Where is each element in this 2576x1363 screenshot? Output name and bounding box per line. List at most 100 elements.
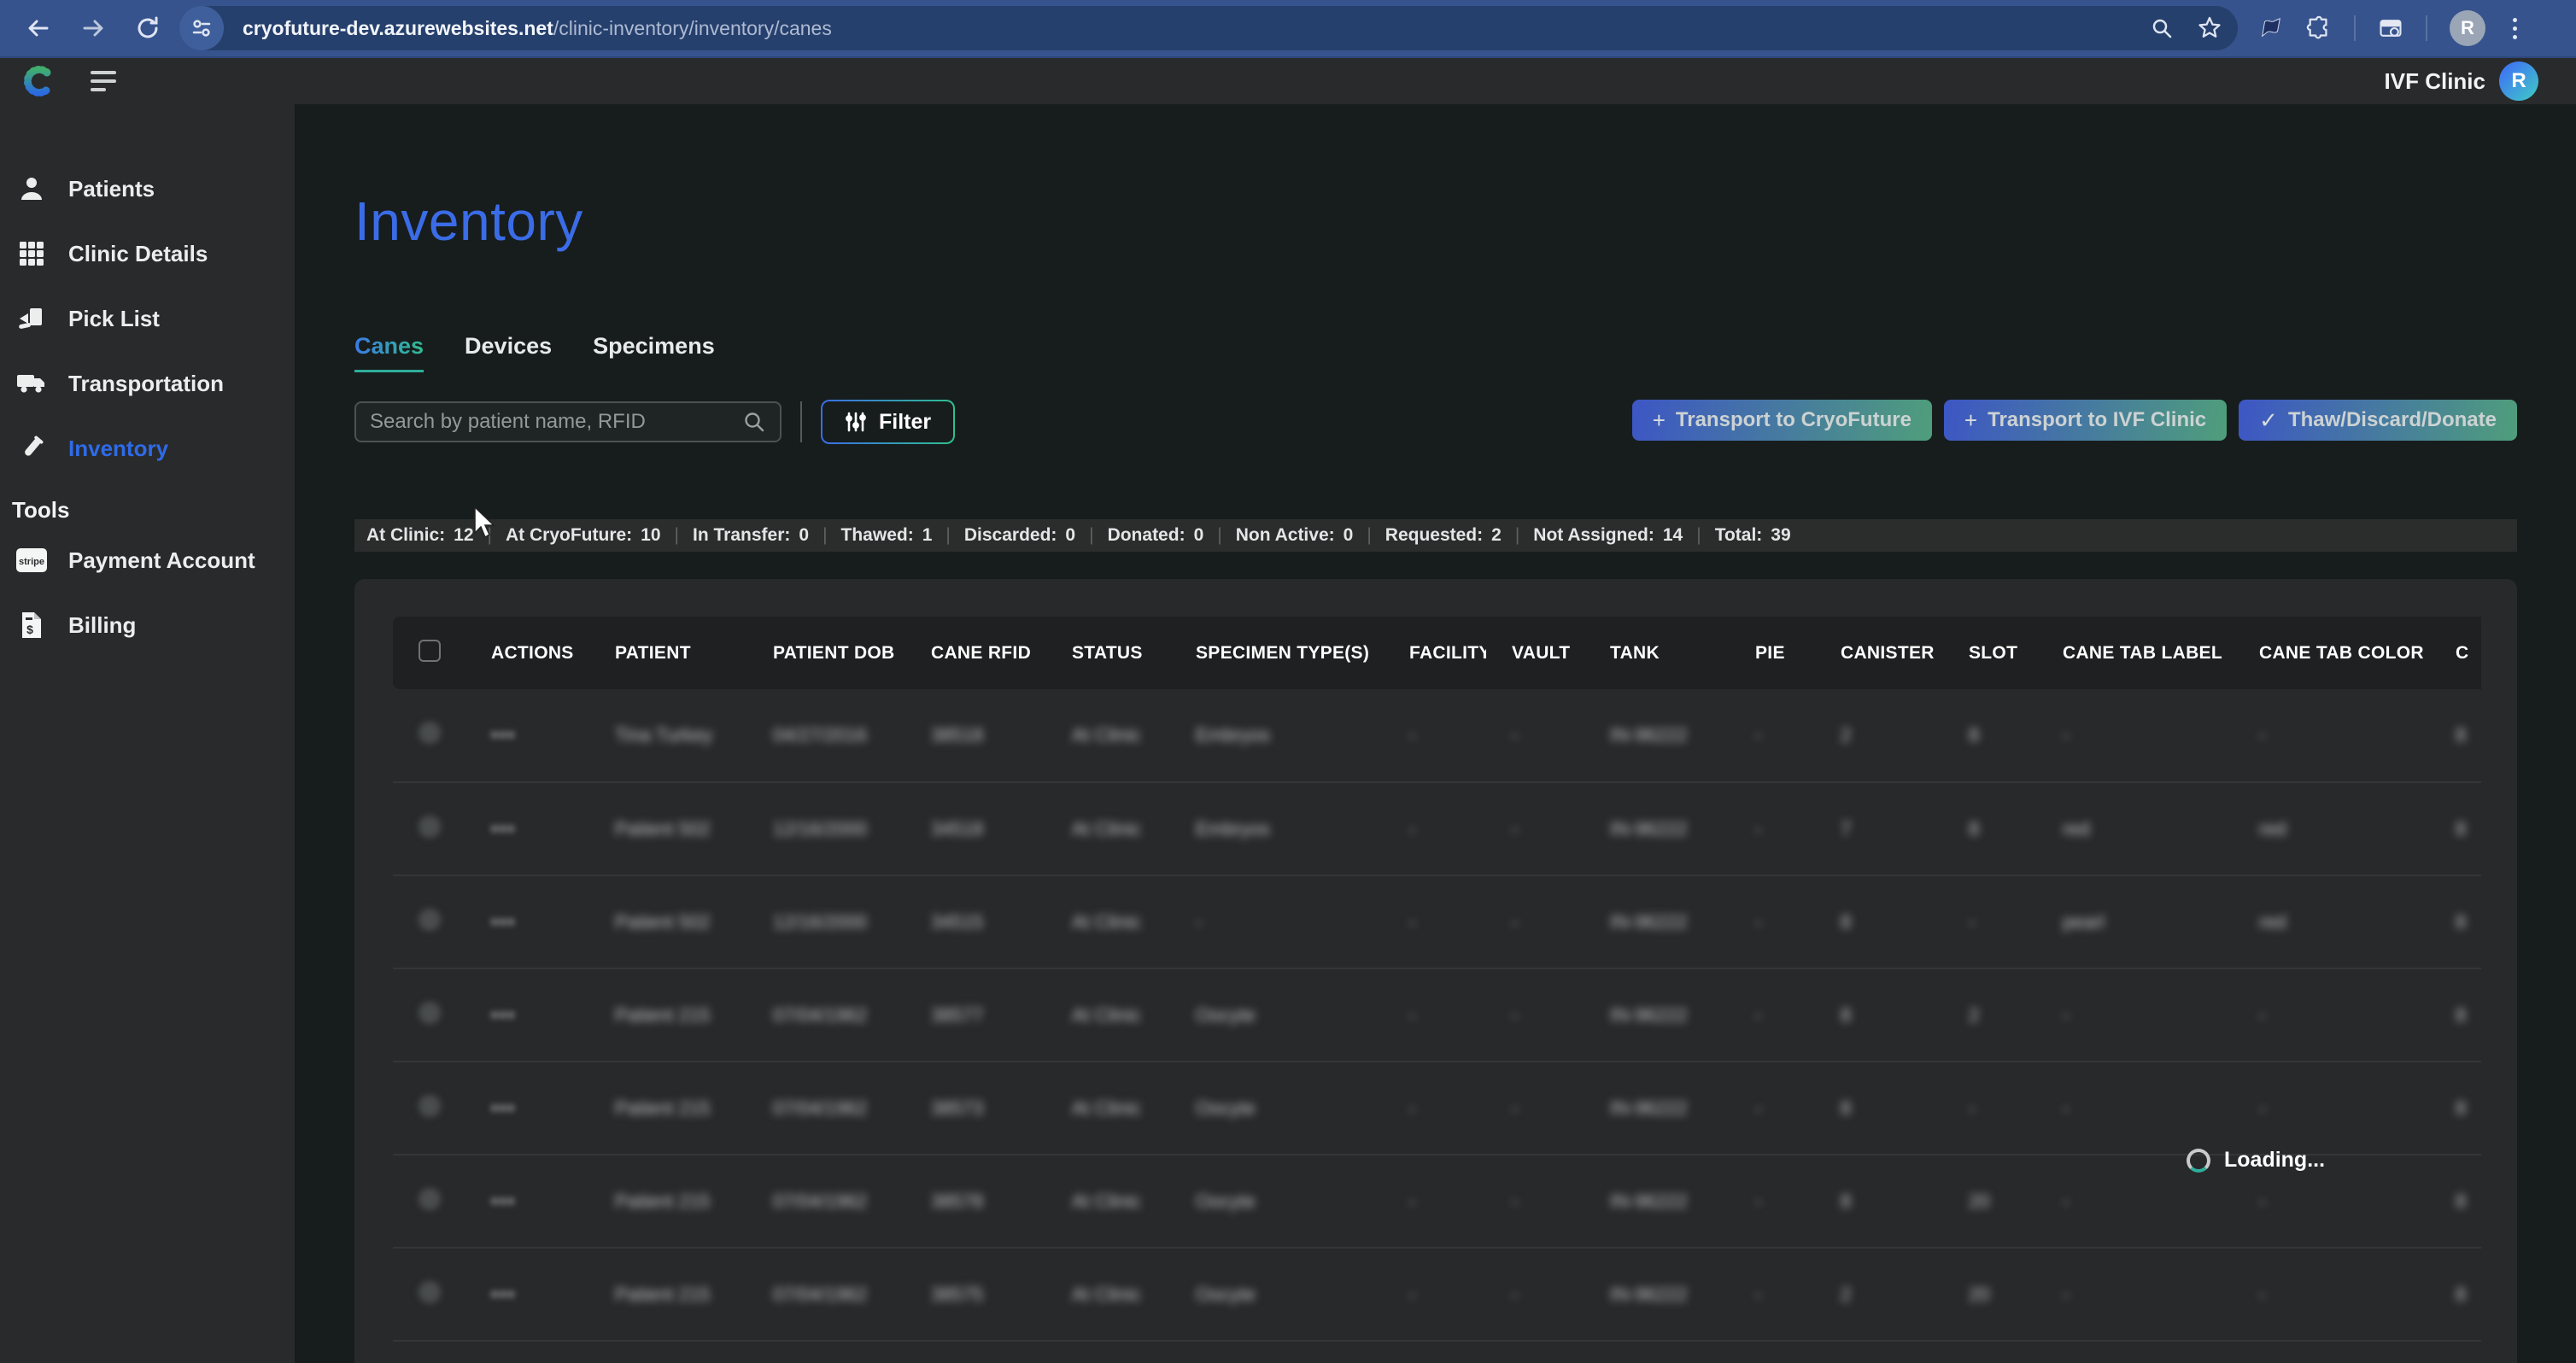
screen-share-icon[interactable] bbox=[2378, 15, 2403, 41]
sidebar-item-transportation[interactable]: Transportation bbox=[0, 359, 295, 408]
browser-back-button[interactable] bbox=[26, 15, 51, 41]
extensions-puzzle-icon[interactable] bbox=[2306, 15, 2332, 41]
row-actions-menu[interactable]: ••• bbox=[491, 911, 516, 933]
cell-value: At Clinic bbox=[1072, 818, 1141, 839]
thaw-discard-donate-button[interactable]: ✓ Thaw/Discard/Donate bbox=[2239, 400, 2517, 441]
stat-item: Not Assigned:14 bbox=[1533, 525, 1683, 546]
row-actions-menu[interactable]: ••• bbox=[491, 1097, 516, 1119]
stat-item: In Transfer:0 bbox=[693, 525, 809, 546]
sidebar-item-pick-list[interactable]: Pick List bbox=[0, 294, 295, 343]
row-checkbox[interactable] bbox=[419, 816, 441, 838]
browser-forward-button[interactable] bbox=[80, 15, 106, 41]
row-checkbox[interactable] bbox=[419, 909, 441, 931]
transportation-icon bbox=[15, 367, 48, 400]
cell-value: IN-96222 bbox=[1610, 724, 1688, 746]
cell-value: At Clinic bbox=[1072, 1097, 1141, 1119]
sidebar-item-clinic-details[interactable]: Clinic Details bbox=[0, 229, 295, 278]
cell-value: 8 bbox=[1841, 1004, 1851, 1026]
column-header: TANK bbox=[1584, 617, 1730, 689]
menu-toggle-icon[interactable] bbox=[91, 71, 116, 91]
row-checkbox[interactable] bbox=[419, 1281, 441, 1303]
search-input[interactable] bbox=[370, 410, 742, 434]
cell-value: - bbox=[2259, 1097, 2265, 1119]
extension-flag-icon[interactable] bbox=[2258, 15, 2284, 41]
column-header: CANISTER bbox=[1815, 617, 1943, 689]
cell-value: - bbox=[1755, 1284, 1761, 1305]
table-row[interactable]: •••Patient 21507/04/196238575At ClinicOo… bbox=[393, 1248, 2481, 1341]
row-checkbox[interactable] bbox=[419, 1188, 441, 1210]
cell-value: Oocyte bbox=[1196, 1190, 1256, 1212]
sidebar-item-payment-account[interactable]: stripe Payment Account bbox=[0, 535, 295, 585]
spinner-icon bbox=[2187, 1149, 2210, 1173]
row-checkbox[interactable] bbox=[419, 1095, 441, 1117]
sidebar-item-inventory[interactable]: Inventory bbox=[0, 424, 295, 473]
tab-devices[interactable]: Devices bbox=[465, 333, 552, 372]
column-header: C bbox=[2430, 617, 2481, 689]
cell-value: At Clinic bbox=[1072, 1004, 1141, 1026]
row-checkbox[interactable] bbox=[419, 722, 441, 744]
browser-menu-icon[interactable] bbox=[2508, 16, 2522, 41]
transport-to-ivf-clinic-button[interactable]: + Transport to IVF Clinic bbox=[1944, 400, 2227, 441]
url-bar[interactable]: cryofuture-dev.azurewebsites.net/clinic-… bbox=[179, 6, 2238, 50]
tab-specimens[interactable]: Specimens bbox=[593, 333, 715, 372]
browser-reload-button[interactable] bbox=[135, 15, 161, 41]
cell-value: - bbox=[1512, 818, 1518, 839]
filter-button[interactable]: Filter bbox=[821, 400, 955, 444]
clinic-details-icon bbox=[15, 237, 48, 270]
cryofuture-logo[interactable] bbox=[20, 62, 58, 100]
row-actions-menu[interactable]: ••• bbox=[491, 1284, 516, 1305]
stat-separator: | bbox=[1696, 525, 1701, 546]
row-checkbox[interactable] bbox=[419, 1002, 441, 1024]
table-row[interactable]: •••Tina Turkey04/27/201638518At ClinicEm… bbox=[393, 689, 2481, 782]
cell-value: 8 bbox=[1969, 724, 1979, 746]
toolbar: Filter bbox=[354, 400, 955, 444]
row-actions-menu[interactable]: ••• bbox=[491, 818, 516, 839]
stat-separator: | bbox=[1217, 525, 1221, 546]
table-row[interactable]: •••Patient 21507/04/196238577At ClinicOo… bbox=[393, 968, 2481, 1062]
page-title: Inventory bbox=[354, 190, 583, 253]
table-row[interactable]: •••Patient 50212/16/200034518At ClinicEm… bbox=[393, 782, 2481, 875]
cell-value: Embryos bbox=[1196, 724, 1270, 746]
select-all-checkbox[interactable] bbox=[419, 640, 441, 662]
table-row[interactable]: •••Patient 21507/04/196238578At ClinicOo… bbox=[393, 1155, 2481, 1248]
svg-text:stripe: stripe bbox=[19, 557, 44, 567]
stat-separator: | bbox=[1367, 525, 1371, 546]
cell-value: At Clinic bbox=[1072, 1190, 1141, 1212]
table-row[interactable]: •••Patient 50212/16/200034515At Clinic--… bbox=[393, 875, 2481, 968]
stripe-icon: stripe bbox=[15, 544, 48, 576]
table-row[interactable]: •••Patient 21507/04/196238573At ClinicOo… bbox=[393, 1062, 2481, 1155]
column-header: CANE TAB LABEL bbox=[2037, 617, 2234, 689]
cell-value: - bbox=[1512, 911, 1518, 933]
site-settings-icon[interactable] bbox=[179, 6, 224, 50]
zoom-icon[interactable] bbox=[2149, 15, 2175, 41]
user-avatar[interactable]: R bbox=[2499, 61, 2538, 101]
stat-item: Discarded:0 bbox=[964, 525, 1075, 546]
clinic-name: IVF Clinic bbox=[2385, 68, 2485, 95]
divider bbox=[800, 401, 802, 442]
browser-profile-avatar[interactable]: R bbox=[2450, 10, 2485, 46]
transport-to-cryofuture-button[interactable]: + Transport to CryoFuture bbox=[1632, 400, 1932, 441]
cell-value: 8 bbox=[2456, 724, 2466, 746]
patients-icon bbox=[15, 173, 48, 205]
main-content: Inventory Canes Devices Specimens Filter… bbox=[295, 104, 2576, 1363]
cell-value: 04/27/2016 bbox=[773, 724, 867, 746]
row-actions-menu[interactable]: ••• bbox=[491, 724, 516, 746]
cell-value: 38578 bbox=[931, 1190, 983, 1212]
cell-value: IN-96222 bbox=[1610, 1097, 1688, 1119]
sidebar-item-patients[interactable]: Patients bbox=[0, 164, 295, 214]
cell-value: 20 bbox=[1969, 1190, 1989, 1212]
bookmark-star-icon[interactable] bbox=[2197, 15, 2222, 41]
cell-value: At Clinic bbox=[1072, 911, 1141, 933]
table-row[interactable]: •••Patient 21507/04/196238571At ClinicOo… bbox=[393, 1341, 2481, 1363]
cell-value: 34515 bbox=[931, 911, 983, 933]
row-actions-menu[interactable]: ••• bbox=[491, 1004, 516, 1026]
row-actions-menu[interactable]: ••• bbox=[491, 1190, 516, 1212]
cell-value: - bbox=[1755, 1097, 1761, 1119]
cell-value: 38577 bbox=[931, 1004, 983, 1026]
cell-value: 38518 bbox=[931, 724, 983, 746]
filter-sliders-icon bbox=[845, 411, 867, 433]
tab-canes[interactable]: Canes bbox=[354, 333, 424, 372]
column-header: PIE bbox=[1730, 617, 1815, 689]
sidebar-item-billing[interactable]: $ Billing bbox=[0, 600, 295, 650]
cell-value: 07/04/1962 bbox=[773, 1097, 867, 1119]
